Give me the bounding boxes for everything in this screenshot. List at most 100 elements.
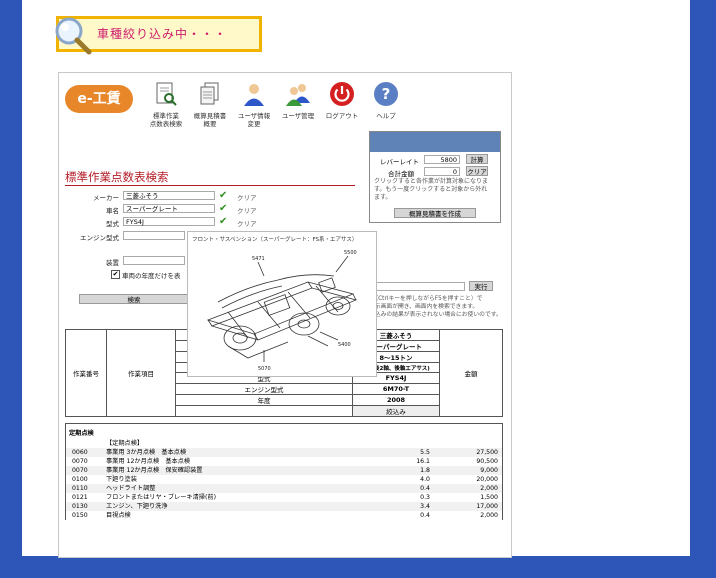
row-hours: 0.3	[420, 494, 430, 501]
row-hours: 0.4	[420, 485, 430, 492]
check-icon: ✔	[219, 203, 228, 214]
clear-button[interactable]: クリア	[466, 166, 488, 176]
check-icon: ✔	[219, 190, 228, 201]
table-row[interactable]: 0150 目視点検 0.4 2,000	[65, 511, 503, 520]
row-price: 27,500	[476, 449, 498, 456]
toolbar-label: ヘルプ	[376, 112, 396, 120]
toolbar-search-sheet[interactable]: 標準作業 点数表検索	[143, 81, 189, 128]
spec-value: 2008	[352, 394, 440, 406]
magnifier-icon	[55, 17, 92, 55]
toolbar-help[interactable]: ? ヘルプ	[363, 81, 409, 120]
help-icon: ?	[374, 82, 398, 106]
row-code: 0070	[72, 458, 88, 465]
table-row[interactable]: 0060 事業用 3か月点検 基本点検 5.5 27,500	[65, 448, 503, 457]
power-icon	[330, 82, 354, 106]
grade-field[interactable]	[123, 256, 185, 265]
toolbar-user-admin[interactable]: ユーザ管理	[275, 81, 321, 120]
table-row[interactable]: 0130 エンジン、下廻り洗浄 3.4 17,000	[65, 502, 503, 511]
part-number-label: 5471	[252, 256, 265, 262]
model-field[interactable]: FYS4J	[123, 217, 215, 226]
table-row[interactable]: 0070 事業用 12か月点検 保安確認装置 1.8 9,000	[65, 466, 503, 475]
total-field[interactable]: 0	[424, 167, 460, 176]
filter-button[interactable]: 絞込み	[352, 405, 440, 417]
row-name: 事業用 12か月点検 基本点検	[106, 458, 191, 465]
table-row[interactable]: 【定期点検】	[65, 439, 503, 448]
spec-value: 6M70-T	[352, 383, 440, 395]
toolbar-user-info[interactable]: ユーザ情報 変更	[231, 81, 277, 128]
clear-link[interactable]: クリア	[237, 205, 257, 215]
row-price: 2,000	[480, 512, 498, 519]
table-row[interactable]: 0100 下廻り塗装 4.0 20,000	[65, 475, 503, 484]
row-name: 目視点検	[106, 512, 131, 519]
toolbar-label: 概算見積書 概要	[193, 112, 227, 128]
row-name: 事業用 3か月点検 基本点検	[106, 449, 187, 456]
row-code: 0150	[72, 512, 88, 519]
row-name: 【定期点検】	[106, 440, 144, 447]
calculate-button[interactable]: 計算	[466, 154, 488, 164]
svg-text:?: ?	[382, 85, 391, 103]
row-price: 90,500	[476, 458, 498, 465]
table-row[interactable]: 0110 ヘッドライト調整 0.4 2,000	[65, 484, 503, 493]
row-price: 20,000	[476, 476, 498, 483]
row-hours: 16.1	[416, 458, 430, 465]
execute-button[interactable]: 実行	[469, 281, 493, 291]
row-code: 0121	[72, 494, 88, 501]
row-code: 0130	[72, 503, 88, 510]
row-name: ヘッドライト調整	[106, 485, 156, 492]
engine-label: エンジン型式	[80, 234, 119, 242]
row-code: 0100	[72, 476, 88, 483]
work-rows: 【定期点検】 0060 事業用 3か月点検 基本点検 5.5 27,500 0070 事業用…	[65, 439, 503, 520]
create-estimate-button[interactable]: 概算見積書を作成	[394, 208, 476, 218]
row-price: 9,000	[480, 467, 498, 474]
title-rule	[65, 185, 355, 186]
documents-icon	[200, 82, 219, 105]
suspension-diagram: 5471 5500 5400 5070	[206, 250, 358, 372]
calc-header	[370, 132, 500, 152]
engine-field[interactable]	[123, 231, 185, 240]
row-price: 2,000	[480, 485, 498, 492]
lever-rate-field[interactable]: 5800	[424, 155, 460, 164]
search-button[interactable]: 検索	[79, 294, 189, 304]
parts-diagram-popup: フロント・サスペンション（スーパーグレート：FS系・エアサス） 5471 550…	[187, 231, 377, 377]
toolbar-logout[interactable]: ログアウト	[319, 81, 365, 120]
work-no-header: 作業番号	[65, 329, 107, 417]
car-name-label: 車名	[106, 207, 119, 215]
clear-link[interactable]: クリア	[237, 192, 257, 202]
part-number-label: 5400	[338, 342, 351, 348]
app-screenshot: e-工賃 標準作業 点数表検索 概算見積書 概要 ユーザ情報 変更 ユーザ管理 …	[58, 72, 512, 558]
car-name-field[interactable]: スーパーグレート	[123, 204, 215, 213]
table-row[interactable]: 0121 フロントまたはリヤ・ブレーキ清掃(前) 0.3 1,500	[65, 493, 503, 502]
row-hours: 3.4	[420, 503, 430, 510]
app-logo: e-工賃	[65, 85, 133, 113]
keyword-field[interactable]	[369, 282, 465, 291]
row-code: 0060	[72, 449, 88, 456]
year-checkbox[interactable]: ✔	[111, 270, 120, 279]
row-price: 1,500	[480, 494, 498, 501]
row-code: 0110	[72, 485, 88, 492]
row-code: 0070	[72, 467, 88, 474]
grade-label: 装置	[106, 259, 119, 267]
content-panel: 車種絞り込み中・・・ e-工賃 標準作業 点数表検索 概算見積書 概要 ユーザ情…	[22, 0, 690, 558]
table-row[interactable]: 0070 事業用 12か月点検 基本点検 16.1 90,500	[65, 457, 503, 466]
clear-link[interactable]: クリア	[237, 218, 257, 228]
toolbar-label: ユーザ管理	[281, 112, 315, 120]
amount-header: 金額	[439, 329, 503, 417]
lever-rate-label: レバーレイト	[380, 158, 419, 166]
row-hours: 5.5	[420, 449, 430, 456]
work-items-list: 定期点検 【定期点検】 0060 事業用 3か月点検 基本点検 5.5 27,500 00…	[65, 423, 503, 520]
toolbar-estimate[interactable]: 概算見積書 概要	[187, 81, 233, 128]
filter-status-badge: 車種絞り込み中・・・	[55, 16, 262, 55]
total-label: 合計金額	[388, 170, 414, 178]
user-icon	[244, 84, 264, 106]
row-hours: 1.8	[420, 467, 430, 474]
row-hours: 4.0	[420, 476, 430, 483]
work-item-header: 作業項目	[106, 329, 176, 417]
category-heading: 定期点検	[65, 428, 503, 439]
spec-label: 年度	[175, 394, 353, 406]
users-icon	[286, 84, 310, 106]
check-icon: ✔	[219, 216, 228, 227]
year-checkbox-label: 車両の年度だけを表	[122, 272, 181, 280]
maker-label: メーカー	[93, 194, 119, 202]
maker-field[interactable]: 三菱ふそう	[123, 191, 215, 200]
spec-label: エンジン型式	[175, 383, 353, 395]
